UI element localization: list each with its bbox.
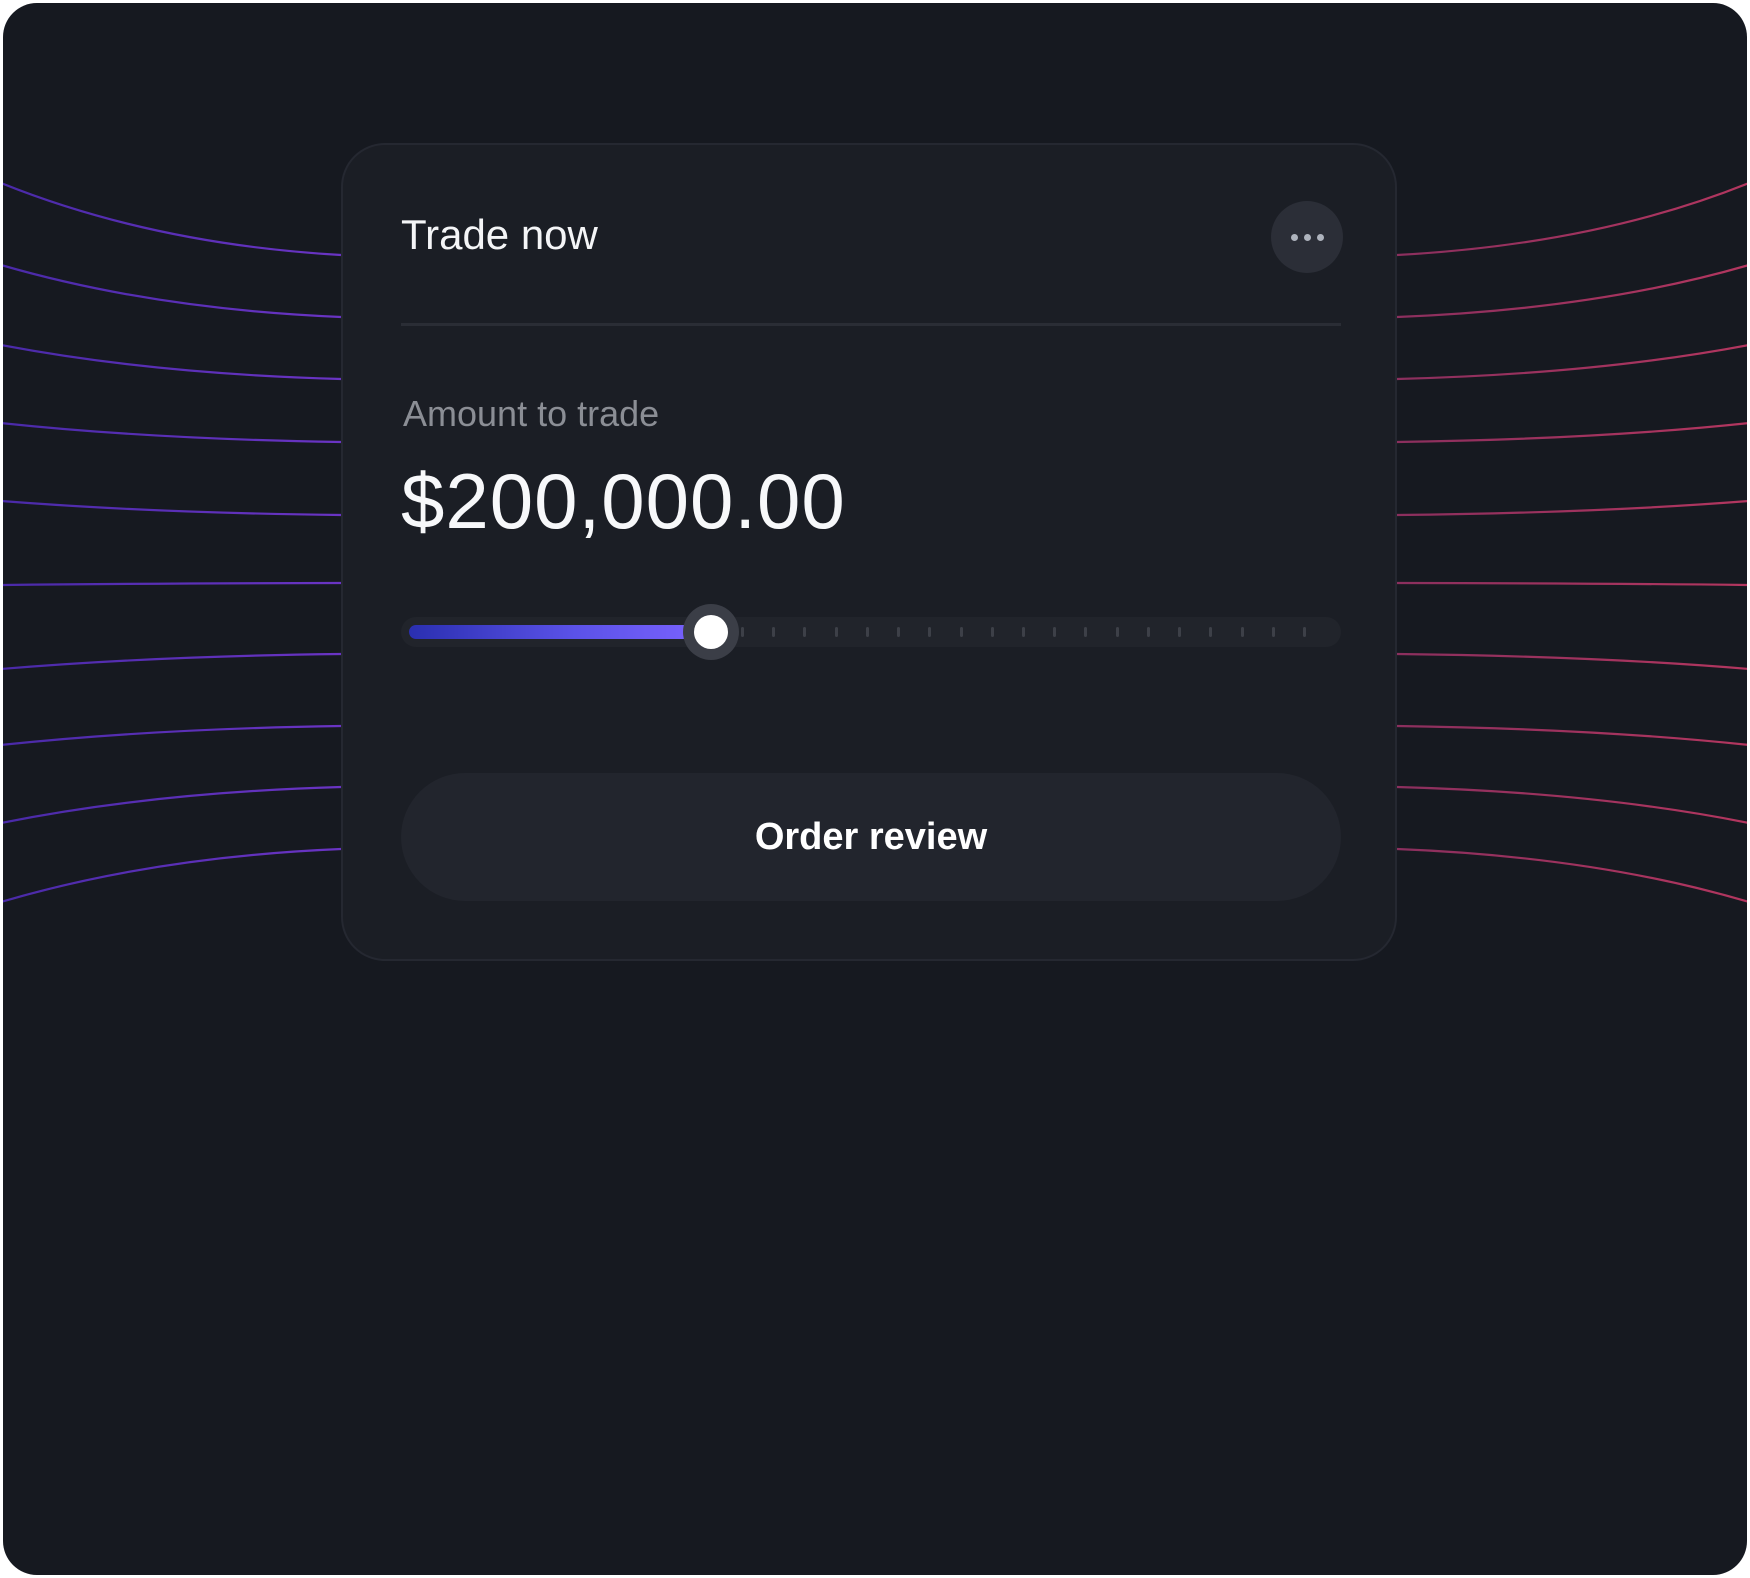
more-options-button[interactable] [1271, 201, 1343, 273]
decorative-line-right [1396, 581, 1747, 587]
more-horizontal-icon [1290, 233, 1298, 241]
decorative-line-right [1396, 847, 1747, 903]
decorative-line-left [3, 182, 342, 257]
decorative-line-right [1396, 182, 1747, 257]
slider-tick [741, 627, 744, 637]
decorative-line-left [3, 344, 342, 381]
decorative-line-left [3, 724, 342, 746]
slider-thumb[interactable] [683, 604, 739, 660]
decorative-line-left [3, 652, 342, 670]
decorative-line-left [3, 422, 342, 444]
slider-tick [803, 627, 806, 637]
amount-value: $200,000.00 [401, 457, 846, 545]
slider-tick [1116, 627, 1119, 637]
card-title: Trade now [401, 211, 598, 258]
slider-tick [835, 627, 838, 637]
order-review-button[interactable]: Order review [401, 773, 1341, 901]
slider-tick [897, 627, 900, 637]
slider-tick [866, 627, 869, 637]
decorative-line-right [1396, 785, 1747, 824]
slider-tick [1022, 627, 1025, 637]
trade-card: Trade now Amount to trade $200,000.00 Or… [341, 143, 1397, 961]
slider-tick [928, 627, 931, 637]
amount-slider[interactable] [401, 604, 1341, 660]
slider-tick [1053, 627, 1056, 637]
slider-tick [1303, 627, 1306, 637]
decorative-line-left [3, 581, 342, 587]
decorative-line-left [3, 264, 342, 319]
decorative-line-left [3, 785, 342, 824]
more-horizontal-icon [1303, 233, 1311, 241]
decorative-line-right [1396, 264, 1747, 319]
decorative-line-right [1396, 500, 1747, 517]
slider-tick [1209, 627, 1212, 637]
slider-tick [1178, 627, 1181, 637]
slider-tick [1272, 627, 1275, 637]
decorative-line-right [1396, 652, 1747, 670]
app-frame: Trade now Amount to trade $200,000.00 Or… [3, 3, 1747, 1575]
slider-tick [991, 627, 994, 637]
slider-tick [1241, 627, 1244, 637]
slider-tick [960, 627, 963, 637]
slider-tick [772, 627, 775, 637]
more-horizontal-icon [1316, 233, 1324, 241]
decorative-line-left [3, 847, 342, 903]
decorative-line-right [1396, 344, 1747, 381]
slider-fill [409, 625, 711, 639]
slider-tick [1147, 627, 1150, 637]
slider-thumb-core [694, 615, 728, 649]
amount-label: Amount to trade [403, 393, 660, 434]
divider [401, 323, 1341, 326]
decorative-line-right [1396, 724, 1747, 746]
decorative-line-left [3, 500, 342, 517]
decorative-line-right [1396, 422, 1747, 444]
slider-tick [1084, 627, 1087, 637]
